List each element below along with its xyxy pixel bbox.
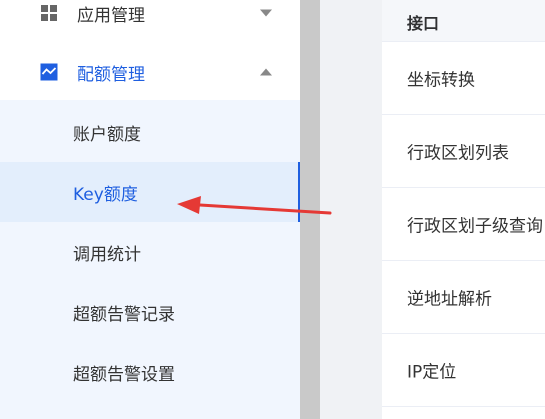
api-table: 接口 坐标转换 行政区划列表 行政区划子级查询 逆地址解析 IP定位 [382,0,545,419]
table-row[interactable]: 行政区划子级查询 [382,188,545,261]
table-row[interactable]: 行政区划列表 [382,115,545,188]
submenu-label: 账户额度 [73,124,141,145]
table-row[interactable]: 坐标转换 [382,42,545,115]
grid-icon [41,5,57,21]
submenu-item-overquota-alert-settings[interactable]: 超额告警设置 [0,342,300,402]
content-background [320,0,382,419]
table-row[interactable]: 逆地址解析 [382,261,545,334]
menu-item-app-management[interactable]: 应用管理 [0,0,300,43]
cell-interface-name: 行政区划列表 [407,143,509,164]
submenu-item-overquota-alert-records[interactable]: 超额告警记录 [0,282,300,342]
menu-item-quota-management[interactable]: 配额管理 [0,42,300,102]
table-row[interactable]: IP定位 [382,334,545,407]
cell-interface-name: 行政区划子级查询 [407,216,543,237]
sidebar-scrollbar[interactable] [300,0,320,419]
menu-label: 应用管理 [77,5,145,26]
cell-interface-name: 逆地址解析 [407,289,492,310]
menu-label: 配额管理 [77,64,145,85]
submenu-item-key-quota[interactable]: Key额度 [0,162,300,222]
chevron-down-icon [260,9,272,17]
chart-icon [40,63,58,81]
screenshot-root: 应用管理 配额管理 账户额度 Key额度 调用统计 超额告警记录 超额告警设置 … [0,0,545,419]
cell-interface-name: 坐标转换 [407,70,475,91]
column-header-interface: 接口 [407,14,440,33]
chevron-up-icon [260,68,272,76]
sidebar: 应用管理 配额管理 账户额度 Key额度 调用统计 超额告警记录 超额告警设置 [0,0,300,419]
cell-interface-name: IP定位 [407,362,457,383]
submenu-label: 超额告警记录 [73,304,175,325]
submenu-item-call-statistics[interactable]: 调用统计 [0,222,300,282]
table-header: 接口 [382,0,545,42]
submenu-item-account-quota[interactable]: 账户额度 [0,102,300,162]
submenu-label: Key额度 [73,184,138,205]
submenu-label: 超额告警设置 [73,364,175,385]
submenu-label: 调用统计 [73,244,141,265]
